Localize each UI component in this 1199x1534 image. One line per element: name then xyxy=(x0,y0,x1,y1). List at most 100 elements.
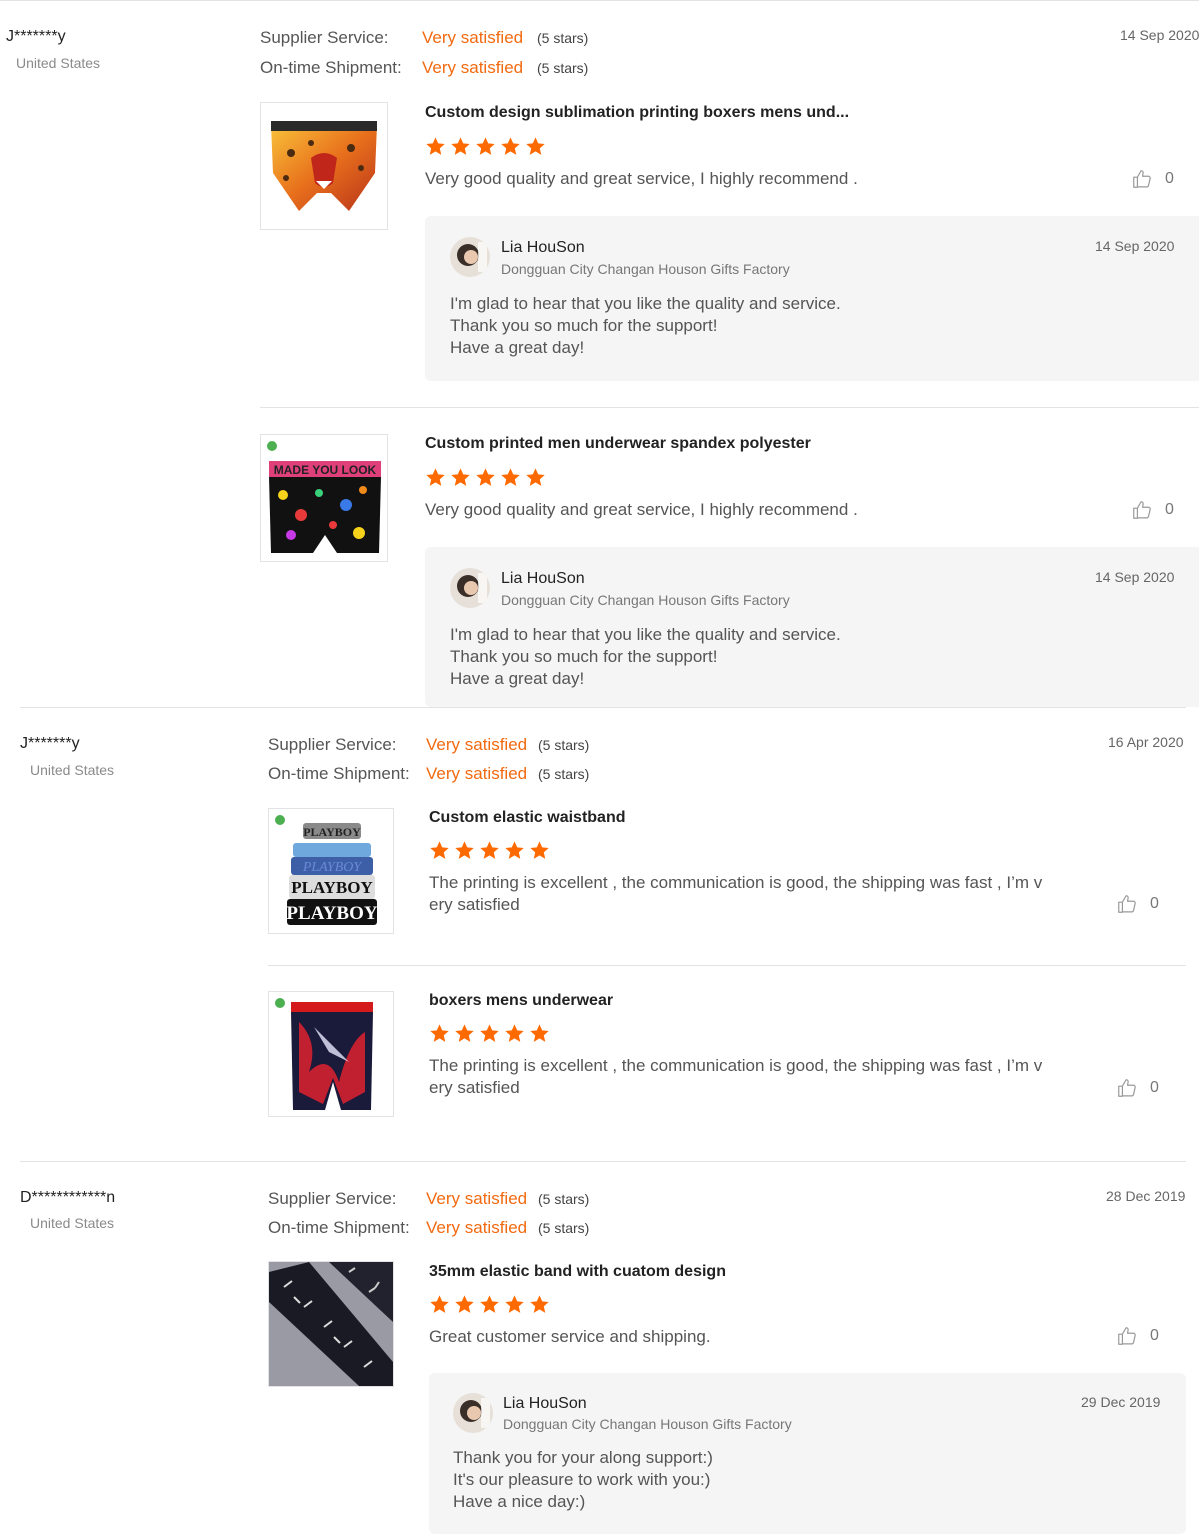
like-button[interactable]: 0 xyxy=(1131,499,1174,521)
ontime-shipment-rating: Very satisfied xyxy=(426,1218,528,1237)
star-icon xyxy=(529,1023,550,1044)
star-icon xyxy=(500,136,521,157)
star-icon xyxy=(529,1294,550,1315)
item-divider xyxy=(260,407,1199,408)
ontime-shipment-label: On-time Shipment: xyxy=(260,58,402,77)
thumbs-up-icon xyxy=(1116,893,1138,915)
product-title[interactable]: Custom printed men underwear spandex pol… xyxy=(425,435,811,453)
product-image[interactable]: PLAYBOY PLAYBOY PLAYBOY PLAYBOY xyxy=(268,808,394,934)
review-text: The printing is excellent , the communic… xyxy=(429,872,1042,916)
supplier-service-stars: (5 stars) xyxy=(537,30,589,46)
rating-stars xyxy=(425,136,546,157)
buyer-name: J*******y xyxy=(20,735,80,752)
like-count: 0 xyxy=(1150,1079,1159,1096)
reply-date: 14 Sep 2020 xyxy=(1095,238,1175,254)
star-icon xyxy=(529,840,550,861)
rating-stars xyxy=(425,467,546,488)
ontime-shipment-label: On-time Shipment: xyxy=(268,1218,410,1237)
ontime-shipment-rating: Very satisfied xyxy=(426,764,528,783)
star-icon xyxy=(429,1023,450,1044)
rating-stars xyxy=(429,1294,550,1315)
product-image[interactable] xyxy=(260,102,388,230)
reply-company: Dongguan City Changan Houson Gifts Facto… xyxy=(503,1416,792,1432)
avatar xyxy=(450,568,490,608)
ontime-shipment-rating: Very satisfied xyxy=(422,58,524,77)
buyer-country: United States xyxy=(30,762,115,778)
review-divider xyxy=(20,1161,1186,1162)
review-text: Very good quality and great service, I h… xyxy=(425,500,858,519)
review-text: Great customer service and shipping. xyxy=(429,1327,711,1346)
review-text-line: The printing is excellent , the communic… xyxy=(429,1056,1043,1075)
item-divider xyxy=(268,965,1186,966)
reply-message: Thank you for your along support:) It's … xyxy=(453,1447,713,1513)
reply-line: Thank you so much for the support! xyxy=(450,316,718,335)
thumbs-up-icon xyxy=(1131,499,1153,521)
review-text-line: ery satisfied xyxy=(429,1078,520,1097)
reply-author: Lia HouSon xyxy=(501,570,585,587)
supplier-service-stars: (5 stars) xyxy=(538,1191,590,1207)
star-icon xyxy=(454,1294,475,1315)
supplier-service-rating: Very satisfied xyxy=(426,735,528,754)
reply-date: 14 Sep 2020 xyxy=(1095,569,1175,585)
reply-line: Have a nice day:) xyxy=(453,1492,586,1511)
product-title[interactable]: boxers mens underwear xyxy=(429,992,613,1010)
product-image[interactable] xyxy=(268,1261,394,1387)
supplier-reply: Lia HouSon Dongguan City Changan Houson … xyxy=(429,1373,1186,1534)
image-label: PLAYBOY xyxy=(291,878,373,897)
supplier-service-rating: Very satisfied xyxy=(426,1189,528,1208)
star-icon xyxy=(475,136,496,157)
supplier-service-label: Supplier Service: xyxy=(260,28,389,47)
buyer-country: United States xyxy=(30,1215,115,1231)
like-count: 0 xyxy=(1150,1327,1159,1344)
avatar xyxy=(453,1393,493,1433)
star-icon xyxy=(450,467,471,488)
rating-stars xyxy=(429,840,550,861)
product-image[interactable] xyxy=(268,991,394,1117)
like-button[interactable]: 0 xyxy=(1131,168,1174,190)
star-icon xyxy=(504,1294,525,1315)
like-count: 0 xyxy=(1165,170,1174,187)
like-button[interactable]: 0 xyxy=(1116,1325,1159,1347)
buyer-name: D************n xyxy=(20,1189,116,1206)
reply-author: Lia HouSon xyxy=(501,239,585,256)
star-icon xyxy=(479,1023,500,1044)
supplier-reply: Lia HouSon Dongguan City Changan Houson … xyxy=(425,216,1199,381)
product-title[interactable]: Custom design sublimation printing boxer… xyxy=(425,104,849,122)
rating-stars xyxy=(429,1023,550,1044)
product-image[interactable]: MADE YOU LOOK xyxy=(260,434,388,562)
like-count: 0 xyxy=(1150,895,1159,912)
ontime-shipment-stars: (5 stars) xyxy=(538,766,590,782)
star-icon xyxy=(500,467,521,488)
star-icon xyxy=(479,840,500,861)
reply-line: Have a great day! xyxy=(450,669,585,688)
star-icon xyxy=(479,1294,500,1315)
product-title[interactable]: 35mm elastic band with cuatom design xyxy=(429,1263,726,1281)
star-icon xyxy=(454,840,475,861)
review-date: 14 Sep 2020 xyxy=(1120,27,1199,43)
reply-line: I'm glad to hear that you like the quali… xyxy=(450,294,841,313)
star-icon xyxy=(429,840,450,861)
reply-line: Thank you so much for the support! xyxy=(450,647,718,666)
review-text: Very good quality and great service, I h… xyxy=(425,169,858,188)
review-text-line: ery satisfied xyxy=(429,895,520,914)
review-text: The printing is excellent , the communic… xyxy=(429,1055,1042,1099)
image-label: PLAYBOY xyxy=(286,903,377,924)
star-icon xyxy=(425,136,446,157)
star-icon xyxy=(504,840,525,861)
star-icon xyxy=(525,136,546,157)
like-button[interactable]: 0 xyxy=(1116,1077,1159,1099)
buyer-name: J*******y xyxy=(6,28,66,45)
star-icon xyxy=(425,467,446,488)
star-icon xyxy=(525,467,546,488)
like-count: 0 xyxy=(1165,501,1174,518)
thumbs-up-icon xyxy=(1131,168,1153,190)
product-title[interactable]: Custom elastic waistband xyxy=(429,809,626,827)
star-icon xyxy=(504,1023,525,1044)
supplier-service-rating: Very satisfied xyxy=(422,28,524,47)
image-label: PLAYBOY xyxy=(302,860,364,875)
supplier-service-label: Supplier Service: xyxy=(268,735,397,754)
svg-text:MADE YOU LOOK: MADE YOU LOOK xyxy=(274,463,377,477)
like-button[interactable]: 0 xyxy=(1116,893,1159,915)
star-icon xyxy=(429,1294,450,1315)
reply-message: I'm glad to hear that you like the quali… xyxy=(450,624,841,690)
